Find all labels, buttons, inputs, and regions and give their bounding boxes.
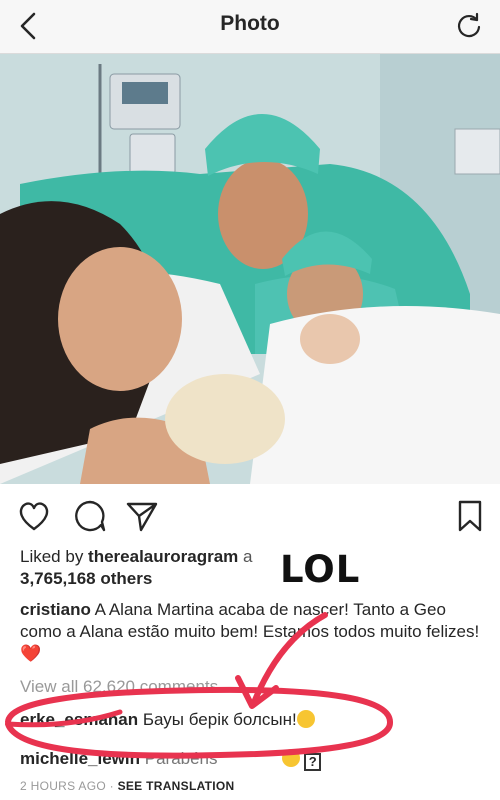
unknown-glyph-icon: ? (304, 753, 322, 771)
likes-summary: Liked by therealauroragram a 3,765,168 o… (20, 546, 480, 590)
likes-prefix: Liked by (20, 547, 89, 566)
annotation-text: LOL (280, 548, 361, 591)
post-caption: cristiano A Alana Martina acaba de nasce… (20, 599, 480, 665)
share-icon[interactable] (124, 498, 160, 534)
top-bar: Photo (0, 0, 500, 54)
post-photo[interactable] (0, 54, 500, 484)
smile-emoji-icon (296, 710, 315, 728)
likes-count[interactable]: 3,765,168 others (20, 569, 152, 588)
refresh-icon[interactable] (454, 11, 484, 41)
heart-icon[interactable] (16, 498, 52, 534)
post-actions (0, 494, 500, 538)
comment-username[interactable]: erke_esmahan (20, 710, 138, 729)
view-all-comments-link[interactable]: View all 62,620 comments (20, 677, 218, 697)
comment-icon[interactable] (72, 498, 108, 534)
comment-username[interactable]: michelle_lewin (20, 749, 140, 768)
timestamp-text: 2 HOURS AGO (20, 779, 106, 793)
post-timestamp: 2 HOURS AGO · SEE TRANSLATION (20, 779, 235, 793)
annotation-arrow-head (235, 675, 279, 709)
likes-suffix: a (238, 547, 253, 566)
photo-illustration (0, 54, 500, 484)
comment-text: Бауы берік болсын! (142, 710, 297, 729)
heart-eyes-emoji-icon (282, 749, 301, 767)
comment-text: Parabéns (144, 749, 218, 768)
liker-username[interactable]: therealauroragram (88, 547, 238, 566)
caption-username[interactable]: cristiano (20, 600, 91, 619)
page-title: Photo (220, 12, 280, 35)
timestamp-separator: · (106, 779, 118, 793)
see-translation-link[interactable]: SEE TRANSLATION (118, 779, 235, 793)
bookmark-icon[interactable] (452, 498, 488, 534)
comment-item: erke_esmahan Бауы берік болсын! (20, 710, 315, 730)
comment-item: michelle_lewin Parabéns ? (20, 749, 322, 771)
